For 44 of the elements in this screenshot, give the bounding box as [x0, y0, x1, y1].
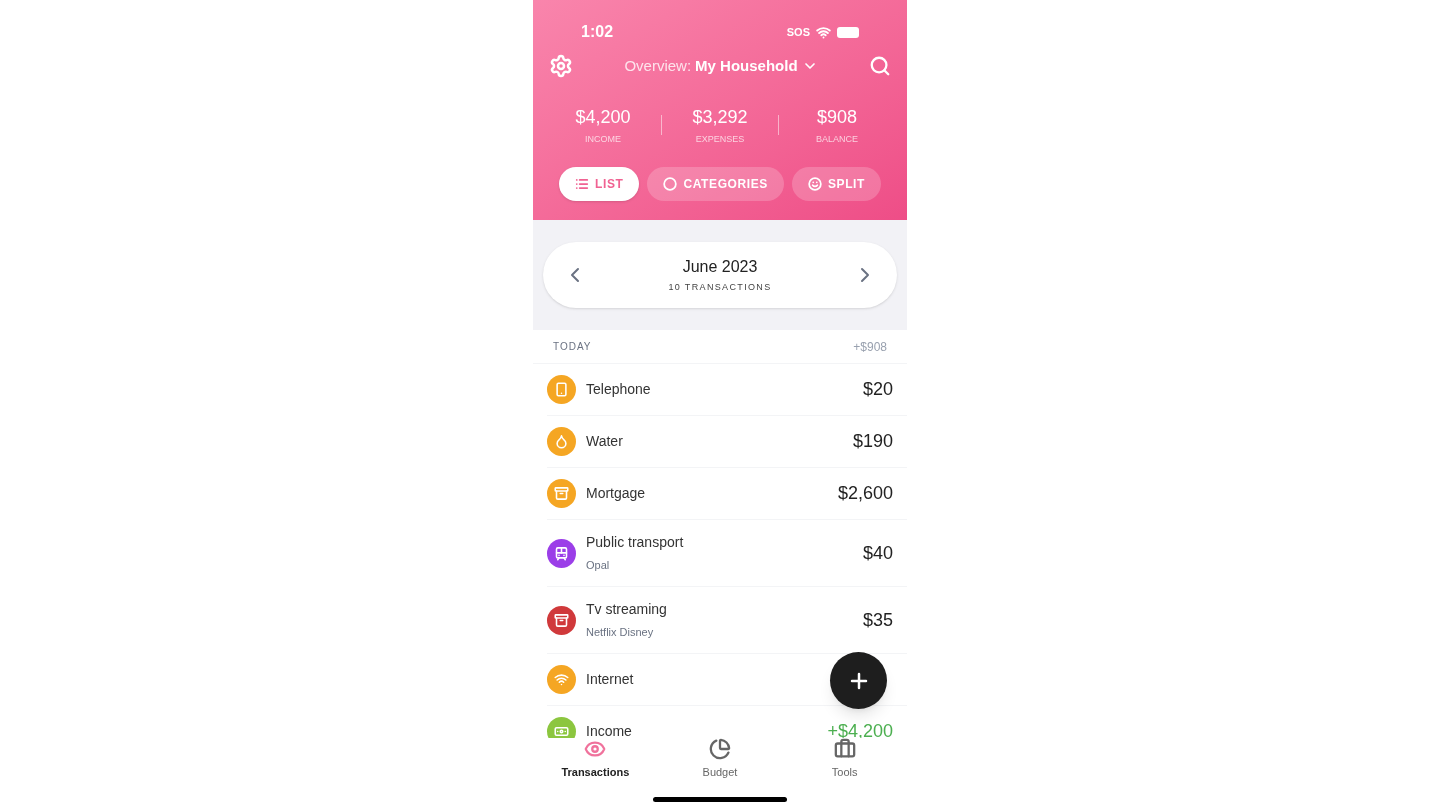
briefcase-icon	[833, 738, 856, 760]
ring-icon	[663, 176, 678, 191]
transaction-name: Telephone	[586, 380, 651, 399]
transaction-count: 10 TRANSACTIONS	[668, 281, 772, 295]
transaction-name: Public transport	[586, 533, 684, 553]
transaction-amount: $190	[852, 430, 893, 453]
view-tab[interactable]: SPLIT	[791, 166, 881, 201]
summary-value: $3,292	[692, 106, 748, 129]
section-label: TODAY	[553, 340, 592, 354]
transaction-note: Netflix Disney	[586, 625, 655, 641]
list-icon	[575, 176, 590, 191]
transaction-name: Income	[586, 722, 632, 738]
household-dropdown[interactable]: Overview: My Household	[624, 54, 818, 78]
summary-value: $4,200	[575, 106, 631, 129]
transaction-name: Internet	[586, 670, 634, 689]
transaction-name: Tv streaming	[586, 600, 667, 620]
view-tab[interactable]: LIST	[559, 166, 640, 201]
transaction-amount: $40	[862, 541, 893, 565]
summary-label: BALANCE	[816, 133, 858, 146]
bottom-tab[interactable]: Tools	[794, 738, 895, 781]
bottom-tab[interactable]: Transactions	[545, 738, 646, 781]
month-title: June 2023	[682, 257, 758, 278]
summary-label: EXPENSES	[695, 133, 745, 146]
title-prefix: Overview:	[624, 55, 692, 76]
add-button[interactable]	[830, 652, 887, 709]
bottom-tab[interactable]: Budget	[670, 738, 770, 781]
carrier-label: SOS	[786, 24, 810, 40]
summary-value: $908	[816, 106, 857, 129]
household-title: My Household	[695, 55, 798, 76]
transaction-amount: $2,600	[837, 482, 893, 505]
transaction-amount: $20	[862, 378, 893, 401]
transaction-amount: $35	[862, 608, 893, 632]
settings-icon[interactable]	[549, 54, 573, 78]
battery-icon	[837, 26, 859, 38]
transaction-name: Water	[586, 432, 623, 451]
status-time: 1:02	[581, 22, 614, 42]
wifi-icon	[816, 24, 831, 40]
transaction-note: Opal	[586, 558, 611, 574]
section-total: +$908	[853, 338, 887, 356]
pie-chart-icon	[709, 738, 731, 760]
search-icon[interactable]	[869, 55, 891, 77]
view-tab[interactable]: CATEGORIES	[647, 166, 784, 201]
summary-label: INCOME	[585, 133, 621, 146]
transaction-name: Mortgage	[586, 484, 646, 503]
